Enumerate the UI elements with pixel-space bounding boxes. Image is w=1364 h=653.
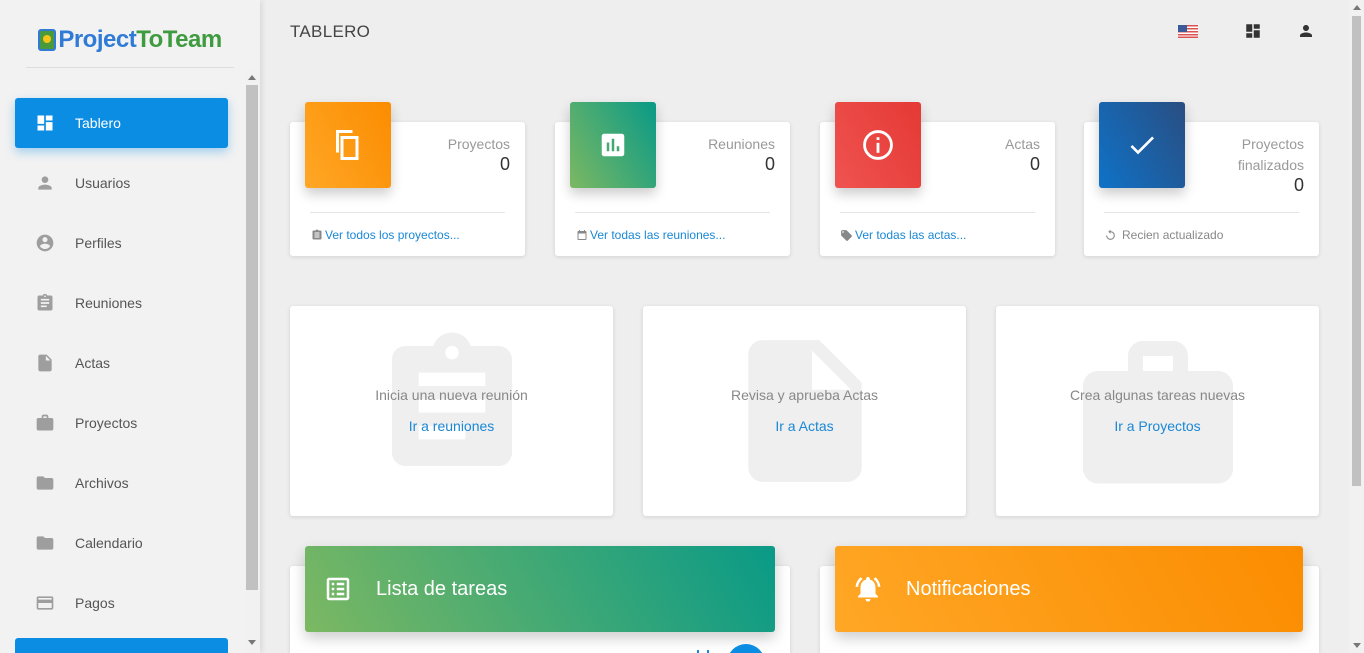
sidebar-item-partial[interactable] [15, 638, 228, 653]
check-icon [1099, 102, 1185, 188]
bar-chart-icon [570, 102, 656, 188]
notifications-panel-title: Notificaciones [906, 577, 1031, 600]
stat-label: Proyectos finalizados [1238, 134, 1304, 176]
sidebar-item-label: Archivos [75, 475, 129, 491]
action-card-minutes: Revisa y aprueba Actas Ir a Actas [643, 306, 966, 516]
person-icon [35, 173, 55, 193]
logo-text-toteam: ToTeam [136, 25, 222, 53]
stat-label-line2: finalizados [1237, 157, 1304, 173]
stat-footer: Ver todas las actas... [840, 228, 966, 242]
briefcase-icon [35, 413, 55, 433]
stat-footer: Ver todos los proyectos... [310, 228, 460, 242]
stat-footer: Recien actualizado [1104, 228, 1223, 242]
sidebar-item-usuarios[interactable]: Usuarios [15, 158, 228, 208]
sidebar-scrollbar[interactable] [245, 70, 260, 653]
sidebar-item-proyectos[interactable]: Proyectos [15, 398, 228, 448]
go-to-minutes-link[interactable]: Ir a Actas [643, 418, 966, 434]
page-title: TABLERO [290, 22, 371, 41]
go-to-projects-link[interactable]: Ir a Proyectos [996, 418, 1319, 434]
list-icon [323, 574, 353, 604]
stat-card-reuniones: Reuniones 0 Ver todas las reuniones... [555, 102, 790, 256]
sidebar-item-perfiles[interactable]: Perfiles [15, 218, 228, 268]
stat-card-finalizados: Proyectos finalizados 0 Recien actualiza… [1084, 102, 1319, 256]
stat-value: 0 [499, 154, 510, 174]
stat-footer: Ver todas las reuniones... [575, 228, 725, 242]
bell-alarm-icon [853, 574, 883, 604]
page-scroll-thumb[interactable] [1352, 16, 1361, 486]
clipboard-icon [35, 293, 55, 313]
scroll-down-icon[interactable] [1353, 643, 1361, 648]
notifications-panel-header: Notificaciones [835, 546, 1303, 632]
stat-label-line1: Proyectos [1241, 136, 1304, 152]
sidebar-item-label: Actas [75, 355, 111, 371]
sidebar-item-tablero[interactable]: Tablero [15, 98, 228, 148]
copy-icon [305, 102, 391, 188]
action-card-text: Crea algunas tareas nuevas [1069, 387, 1246, 403]
recently-updated-text: Recien actualizado [1122, 228, 1224, 242]
sidebar-menu: Tablero Usuarios Perfiles Reuniones Acta… [0, 98, 245, 638]
sidebar-item-archivos[interactable]: Archivos [15, 458, 228, 508]
action-card-tasks: Crea algunas tareas nuevas Ir a Proyecto… [996, 306, 1319, 516]
go-to-meetings-link[interactable]: Ir a reuniones [290, 418, 613, 434]
calendar-icon [575, 229, 588, 242]
tasks-panel-title: Lista de tareas [376, 577, 508, 600]
stat-value: 0 [1293, 175, 1304, 195]
sidebar-item-label: Calendario [75, 535, 143, 551]
credit-card-icon [35, 593, 55, 613]
view-all-projects-link[interactable]: Ver todos los proyectos... [325, 228, 460, 242]
stat-value: 0 [1029, 154, 1040, 174]
account-circle-icon [35, 233, 55, 253]
sidebar-item-pagos[interactable]: Pagos [15, 578, 228, 628]
divider [1104, 212, 1299, 213]
sidebar-item-label: Usuarios [75, 175, 131, 191]
calendar-icon[interactable] [692, 646, 714, 653]
clipboard-icon [310, 229, 323, 242]
tag-icon [840, 229, 853, 242]
divider [840, 212, 1035, 213]
sidebar-item-actas[interactable]: Actas [15, 338, 228, 388]
sidebar-item-label: Proyectos [75, 415, 138, 431]
view-all-meetings-link[interactable]: Ver todas las reuniones... [590, 228, 725, 242]
logo-icon [38, 28, 57, 51]
sidebar: Project ToTeam Tablero Usuarios Perfiles [0, 0, 260, 653]
user-icon[interactable] [1296, 21, 1316, 41]
sidebar-item-reuniones[interactable]: Reuniones [15, 278, 228, 328]
app-logo[interactable]: Project ToTeam [26, 12, 234, 68]
sidebar-item-calendario[interactable]: Calendario [15, 518, 228, 568]
stat-label: Actas [1004, 136, 1040, 152]
stat-label: Reuniones [708, 136, 775, 152]
document-icon [35, 353, 55, 373]
action-card-text: Inicia una nueva reunión [375, 387, 528, 403]
sidebar-item-label: Tablero [75, 115, 121, 131]
page-scrollbar[interactable] [1349, 0, 1364, 653]
info-icon [835, 102, 921, 188]
view-all-minutes-link[interactable]: Ver todas las actas... [855, 228, 966, 242]
stat-card-proyectos: Proyectos 0 Ver todos los proyectos... [290, 102, 525, 256]
sidebar-item-label: Reuniones [75, 295, 142, 311]
dashboard-icon [35, 113, 55, 133]
refresh-icon [1104, 229, 1117, 242]
scroll-up-icon[interactable] [1353, 5, 1361, 10]
sidebar-scroll-thumb[interactable] [246, 85, 258, 590]
sidebar-item-label: Perfiles [75, 235, 122, 251]
stat-value: 0 [764, 154, 775, 174]
scroll-down-icon[interactable] [248, 640, 256, 645]
action-card-text: Revisa y aprueba Actas [730, 387, 879, 403]
stat-card-actas: Actas 0 Ver todas las actas... [820, 102, 1055, 256]
logo-text-project: Project [58, 25, 137, 53]
action-card-meetings: Inicia una nueva reunión Ir a reuniones [290, 306, 613, 516]
clipboard-icon [372, 326, 532, 491]
sidebar-item-label: Pagos [75, 595, 115, 611]
divider [575, 212, 770, 213]
tasks-panel-header: Lista de tareas [305, 546, 775, 632]
divider [310, 212, 505, 213]
folder-icon [35, 533, 55, 553]
document-icon [720, 326, 890, 501]
dashboard-icon[interactable] [1243, 21, 1263, 41]
folder-icon [35, 473, 55, 493]
scroll-up-icon[interactable] [248, 75, 256, 80]
stat-label: Proyectos [447, 136, 510, 152]
us-flag-icon[interactable] [1178, 25, 1198, 38]
